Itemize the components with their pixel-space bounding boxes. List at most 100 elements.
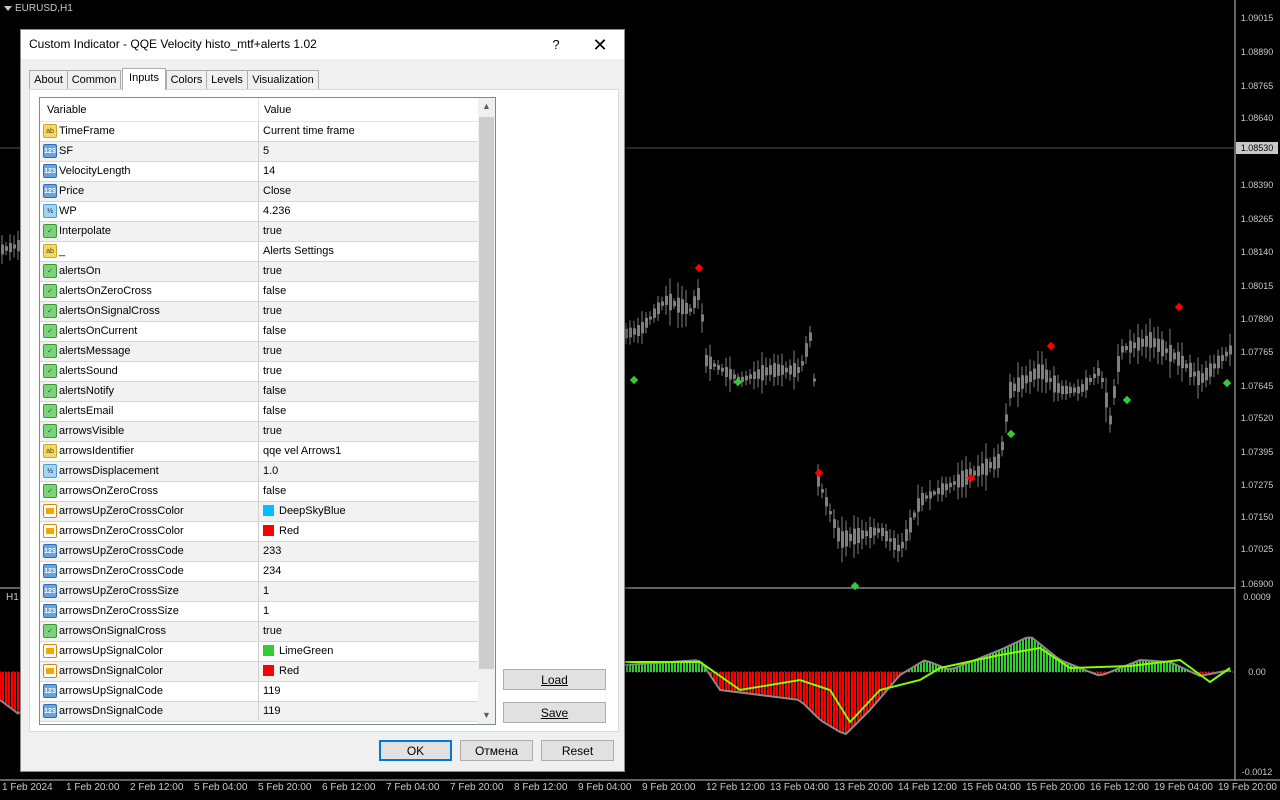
load-button[interactable]: Load: [503, 669, 606, 690]
variable-value[interactable]: 119: [258, 682, 478, 701]
reset-button[interactable]: Reset: [541, 740, 614, 761]
dbl-type-icon: ½: [43, 204, 57, 218]
grid-row[interactable]: ✓ arrowsVisible true: [40, 422, 478, 442]
scroll-up-icon[interactable]: ▲: [478, 98, 495, 115]
grid-row[interactable]: ✓ Interpolate true: [40, 222, 478, 242]
grid-row[interactable]: ✓ alertsOnZeroCross false: [40, 282, 478, 302]
grid-row[interactable]: ab _ Alerts Settings: [40, 242, 478, 262]
grid-row[interactable]: arrowsUpSignalColor LimeGreen: [40, 642, 478, 662]
variable-value[interactable]: true: [258, 622, 478, 641]
grid-row[interactable]: 123 arrowsUpSignalCode 119: [40, 682, 478, 702]
variable-value[interactable]: LimeGreen: [258, 642, 478, 661]
column-header-variable[interactable]: Variable: [47, 98, 87, 121]
variable-value[interactable]: qqe vel Arrows1: [258, 442, 478, 461]
cancel-button[interactable]: Отмена: [460, 740, 533, 761]
grid-row[interactable]: 123 SF 5: [40, 142, 478, 162]
grid-row[interactable]: ½ WP 4.236: [40, 202, 478, 222]
grid-row[interactable]: ✓ alertsNotify false: [40, 382, 478, 402]
variable-value[interactable]: 4.236: [258, 202, 478, 221]
tab-colors[interactable]: Colors: [166, 70, 207, 89]
variable-value[interactable]: Close: [258, 182, 478, 201]
scroll-thumb[interactable]: [479, 117, 494, 669]
candle-body: [697, 288, 700, 300]
variable-value[interactable]: 1: [258, 582, 478, 601]
grid-row[interactable]: 123 arrowsUpZeroCrossCode 233: [40, 542, 478, 562]
candle-body: [669, 293, 672, 311]
variable-value[interactable]: false: [258, 482, 478, 501]
tab-inputs[interactable]: Inputs: [122, 68, 166, 90]
grid-row[interactable]: ✓ arrowsOnSignalCross true: [40, 622, 478, 642]
candle-body: [1049, 378, 1052, 382]
save-button[interactable]: Save: [503, 702, 606, 723]
candle-body: [1037, 364, 1040, 379]
tab-visualization[interactable]: Visualization: [247, 70, 319, 89]
grid-row[interactable]: ✓ alertsSound true: [40, 362, 478, 382]
variable-value[interactable]: Red: [258, 522, 478, 541]
variable-value[interactable]: false: [258, 322, 478, 341]
variable-value[interactable]: true: [258, 362, 478, 381]
candle-body: [5, 246, 8, 251]
candle-body: [1085, 377, 1088, 391]
grid-row[interactable]: ✓ alertsOnSignalCross true: [40, 302, 478, 322]
variable-value[interactable]: 14: [258, 162, 478, 181]
grid-row[interactable]: ✓ arrowsOnZeroCross false: [40, 482, 478, 502]
help-icon[interactable]: ?: [541, 34, 571, 56]
grid-row[interactable]: arrowsUpZeroCrossColor DeepSkyBlue: [40, 502, 478, 522]
grid-row[interactable]: ✓ alertsOnCurrent false: [40, 322, 478, 342]
variable-value[interactable]: 233: [258, 542, 478, 561]
grid-row[interactable]: 123 VelocityLength 14: [40, 162, 478, 182]
color-swatch: [263, 505, 274, 516]
variable-value[interactable]: false: [258, 382, 478, 401]
time-tick-label: 13 Feb 20:00: [834, 782, 893, 793]
variable-value[interactable]: true: [258, 222, 478, 241]
variable-value[interactable]: true: [258, 342, 478, 361]
candle-body: [685, 302, 688, 314]
variable-value[interactable]: 1.0: [258, 462, 478, 481]
inputs-grid[interactable]: Variable Value ab TimeFrame Current time f…: [39, 97, 496, 725]
variable-value[interactable]: Red: [258, 662, 478, 681]
up-signal-marker: [629, 375, 639, 385]
candle-body: [633, 328, 636, 335]
variable-name: WP: [59, 205, 77, 217]
variable-value[interactable]: DeepSkyBlue: [258, 502, 478, 521]
variable-value[interactable]: 234: [258, 562, 478, 581]
grid-row[interactable]: 123 arrowsDnZeroCrossCode 234: [40, 562, 478, 582]
grid-row[interactable]: 123 arrowsUpZeroCrossSize 1: [40, 582, 478, 602]
variable-value[interactable]: Alerts Settings: [258, 242, 478, 261]
grid-row[interactable]: 123 Price Close: [40, 182, 478, 202]
scroll-down-icon[interactable]: ▼: [478, 707, 495, 724]
variable-value[interactable]: 5: [258, 142, 478, 161]
grid-row[interactable]: ½ arrowsDisplacement 1.0: [40, 462, 478, 482]
variable-value[interactable]: Current time frame: [258, 122, 478, 141]
variable-value[interactable]: 1: [258, 602, 478, 621]
column-header-value[interactable]: Value: [264, 98, 291, 121]
grid-row[interactable]: ab TimeFrame Current time frame: [40, 122, 478, 142]
variable-value[interactable]: false: [258, 402, 478, 421]
grid-scrollbar[interactable]: ▲ ▼: [478, 98, 495, 724]
variable-value[interactable]: true: [258, 262, 478, 281]
ok-button[interactable]: OK: [379, 740, 452, 761]
col-type-icon: [43, 664, 57, 678]
dialog-titlebar[interactable]: Custom Indicator - QQE Velocity histo_mt…: [21, 30, 624, 59]
grid-row[interactable]: ab arrowsIdentifier qqe vel Arrows1: [40, 442, 478, 462]
tab-about[interactable]: About: [29, 70, 68, 89]
grid-row[interactable]: arrowsDnSignalColor Red: [40, 662, 478, 682]
grid-row[interactable]: 123 arrowsDnZeroCrossSize 1: [40, 602, 478, 622]
grid-row[interactable]: 123 arrowsDnSignalCode 119: [40, 702, 478, 722]
candle-body: [989, 461, 992, 469]
grid-row[interactable]: arrowsDnZeroCrossColor Red: [40, 522, 478, 542]
dropdown-arrow-icon[interactable]: [4, 5, 12, 11]
grid-row[interactable]: ✓ alertsOn true: [40, 262, 478, 282]
variable-value[interactable]: true: [258, 422, 478, 441]
candle-body: [881, 527, 884, 537]
variable-value[interactable]: 119: [258, 702, 478, 721]
grid-row[interactable]: ✓ alertsEmail false: [40, 402, 478, 422]
close-icon[interactable]: ✕: [585, 34, 615, 56]
variable-value[interactable]: false: [258, 282, 478, 301]
column-divider[interactable]: [258, 98, 259, 121]
variable-value[interactable]: true: [258, 302, 478, 321]
tab-common[interactable]: Common: [67, 70, 121, 89]
tab-levels[interactable]: Levels: [206, 70, 248, 89]
grid-row[interactable]: ✓ alertsMessage true: [40, 342, 478, 362]
candle-body: [1177, 351, 1180, 366]
